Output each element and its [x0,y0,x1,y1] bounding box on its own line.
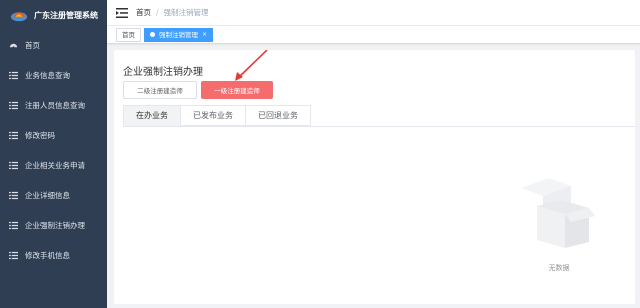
sidebar-item-home[interactable]: 首页 [0,30,107,60]
sidebar-item-label: 企业相关业务申请 [25,160,85,170]
list-icon [8,220,18,230]
sidebar-item-enterprise-detail[interactable]: 企业详细信息 [0,180,107,210]
sidebar-item-label: 企业详细信息 [25,190,70,200]
sidebar-menu: 首页 业务信息查询 注册人员信息查询 修改密码 企业相关业务申请 企业详细信息 … [0,30,107,270]
close-icon[interactable]: × [202,29,207,41]
tab-in-progress[interactable]: 在办业务 [123,105,181,126]
secondary-builder-button[interactable]: 二级注册建造师 [123,81,197,99]
tag-forced-cancel[interactable]: 强制注销管理 × [144,27,214,42]
list-icon [8,250,18,260]
tags-view: 首页 强制注销管理 × [107,26,640,44]
sidebar-item-change-password[interactable]: 修改密码 [0,120,107,150]
tag-label: 强制注销管理 [159,30,198,39]
hamburger-icon[interactable] [116,7,128,18]
tag-home[interactable]: 首页 [116,27,141,42]
list-icon [8,130,18,140]
list-icon [8,100,18,110]
sidebar-item-label: 企业强制注销办理 [25,220,85,230]
list-icon [8,190,18,200]
dashboard-icon [8,40,18,50]
sidebar: 广东注册管理系统 首页 业务信息查询 注册人员信息查询 修改密码 企业相关业务申… [0,0,107,308]
sidebar-item-forced-cancel[interactable]: 企业强制注销办理 [0,210,107,240]
sidebar-item-label: 业务信息查询 [25,70,70,80]
list-icon [8,160,18,170]
sidebar-item-change-phone[interactable]: 修改手机信息 [0,240,107,270]
empty-state: 无数据 [509,160,609,280]
sidebar-item-business-query[interactable]: 业务信息查询 [0,60,107,90]
tag-label: 首页 [122,30,135,39]
empty-text: 无数据 [548,264,570,272]
sidebar-item-label: 首页 [25,40,40,50]
tab-published[interactable]: 已发布业务 [181,105,246,126]
breadcrumb-home[interactable]: 首页 [136,7,151,18]
tab-returned[interactable]: 已回退业务 [246,105,311,126]
active-dot-icon [150,32,155,37]
tabs-divider [123,126,635,127]
empty-box-icon [521,178,595,248]
sidebar-item-person-query[interactable]: 注册人员信息查询 [0,90,107,120]
breadcrumb-separator: / [156,8,159,17]
list-icon [8,70,18,80]
sidebar-item-label: 修改手机信息 [25,250,70,260]
business-tabs: 在办业务 已发布业务 已回退业务 [123,105,311,126]
brand: 广东注册管理系统 [0,0,107,30]
page-title: 企业强制注销办理 [123,67,203,78]
app-title: 广东注册管理系统 [34,10,98,20]
main-card: 企业强制注销办理 二级注册建造师 一级注册建造师 在办业务 已发布业务 已回退业… [114,50,635,304]
topbar: 首页 / 强制注销管理 [107,0,640,26]
sidebar-item-label: 修改密码 [25,130,55,140]
primary-builder-button[interactable]: 一级注册建造师 [201,81,273,99]
logo-icon [10,12,28,22]
sidebar-item-enterprise-apply[interactable]: 企业相关业务申请 [0,150,107,180]
breadcrumb-current: 强制注销管理 [163,8,209,17]
sidebar-item-label: 注册人员信息查询 [25,100,85,110]
